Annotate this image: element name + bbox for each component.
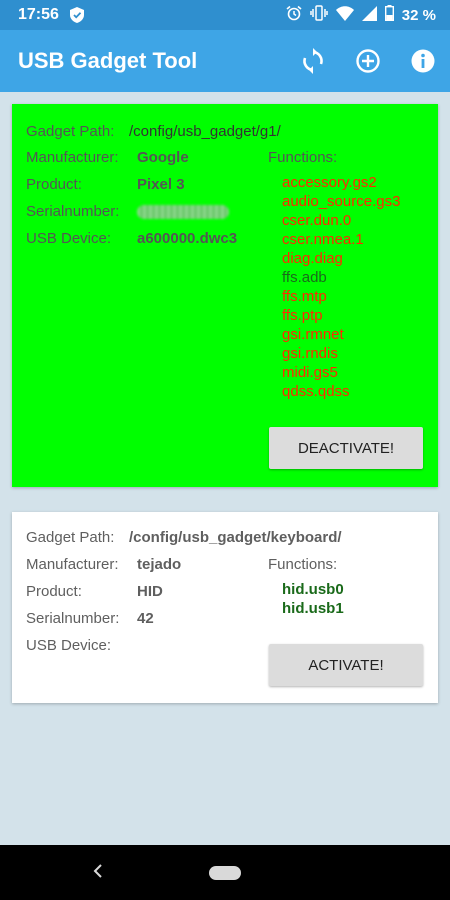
gadget-card-g1: Gadget Path: /config/usb_gadget/g1/ Manu… <box>12 104 438 487</box>
function-item: midi.gs5 <box>282 364 338 381</box>
function-item: hid.usb0 <box>282 581 344 598</box>
battery-icon <box>384 5 394 26</box>
add-icon[interactable] <box>354 47 382 75</box>
info-icon[interactable] <box>409 47 437 75</box>
function-item: ffs.adb <box>282 269 327 286</box>
gadget-path-value: /config/usb_gadget/g1/ <box>129 123 281 140</box>
functions-label: Functions: <box>268 556 338 573</box>
function-item: diag.diag <box>282 250 343 267</box>
function-item: hid.usb1 <box>282 600 344 617</box>
function-item: accessory.gs2 <box>282 174 377 191</box>
product-label: Product: <box>26 583 82 600</box>
function-item: qdss.qdss <box>282 383 350 400</box>
gadget-path-value: /config/usb_gadget/keyboard/ <box>129 529 342 546</box>
home-icon[interactable] <box>209 866 241 880</box>
wifi-icon <box>335 5 354 26</box>
back-icon[interactable] <box>90 863 106 884</box>
product-value: HID <box>137 583 163 600</box>
manufacturer-label: Manufacturer: <box>26 149 119 166</box>
manufacturer-value: tejado <box>137 556 182 573</box>
gadget-card-keyboard: Gadget Path: /config/usb_gadget/keyboard… <box>12 512 438 703</box>
activate-button[interactable]: ACTIVATE! <box>269 644 423 686</box>
deactivate-button[interactable]: DEACTIVATE! <box>269 427 423 469</box>
function-item: cser.dun.0 <box>282 212 352 229</box>
product-label: Product: <box>26 176 82 193</box>
refresh-icon[interactable] <box>299 47 327 75</box>
app-title: USB Gadget Tool <box>18 48 198 73</box>
product-value: Pixel 3 <box>137 176 185 193</box>
function-item: ffs.ptp <box>282 307 323 324</box>
function-item: gsi.rmnet <box>282 326 344 343</box>
gadget-path-label: Gadget Path: <box>26 123 115 140</box>
usb-device-label: USB Device: <box>26 637 112 654</box>
shield-icon <box>70 7 84 28</box>
function-item: cser.nmea.1 <box>282 231 364 248</box>
serialnumber-label: Serialnumber: <box>26 610 120 627</box>
function-item: gsi.rndis <box>282 345 338 362</box>
navigation-bar <box>0 845 450 900</box>
battery-percent: 32 % <box>401 7 436 24</box>
app-bar: USB Gadget Tool <box>0 30 450 92</box>
vibrate-icon <box>310 5 328 26</box>
usb-device-value: a600000.dwc3 <box>137 230 238 247</box>
function-item: audio_source.gs3 <box>282 193 401 210</box>
serialnumber-value-blurred <box>137 205 229 219</box>
manufacturer-label: Manufacturer: <box>26 556 119 573</box>
gadget-path-label: Gadget Path: <box>26 529 115 546</box>
function-item: ffs.mtp <box>282 288 327 305</box>
status-bar: 17:56 32 % <box>0 0 450 30</box>
functions-label: Functions: <box>268 149 338 166</box>
signal-icon <box>361 5 377 26</box>
status-time: 17:56 <box>18 6 59 23</box>
alarm-icon <box>286 5 302 26</box>
manufacturer-value: Google <box>137 149 189 166</box>
usb-device-label: USB Device: <box>26 230 112 247</box>
serialnumber-label: Serialnumber: <box>26 203 120 220</box>
serialnumber-value: 42 <box>137 610 154 627</box>
